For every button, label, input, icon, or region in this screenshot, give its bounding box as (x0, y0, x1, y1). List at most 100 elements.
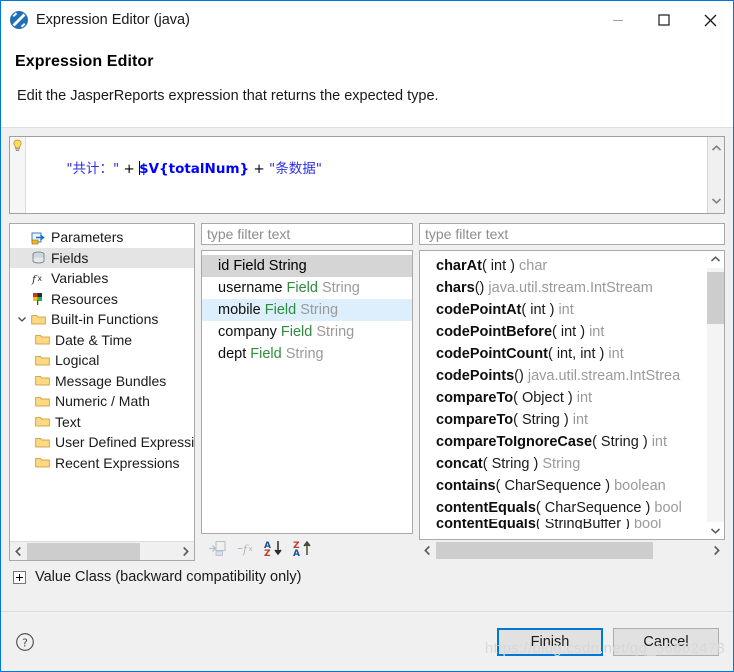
tree-item-date-time[interactable]: Date & Time (10, 330, 194, 351)
list-item[interactable]: contentEquals( CharSequence ) bool (420, 497, 707, 519)
expression-token-variable: $V{totalNum} (139, 161, 250, 177)
scroll-track[interactable] (436, 542, 708, 559)
tree-item-message-bundles[interactable]: Message Bundles (10, 371, 194, 392)
chevron-left-icon[interactable] (419, 545, 436, 556)
tree-item-fields[interactable]: Fields (10, 247, 194, 268)
tree-item-resources[interactable]: Resources (10, 289, 194, 310)
window-controls (595, 1, 733, 39)
chevron-right-icon[interactable] (708, 545, 725, 556)
tree-item-logical[interactable]: Logical (10, 350, 194, 371)
tree-item-label: Variables (51, 270, 109, 287)
sort-descending-icon[interactable]: Z A (292, 537, 316, 559)
list-item[interactable]: contentEquals( StringBuffer ) bool (420, 519, 707, 529)
expression-vertical-scrollbar[interactable] (707, 137, 724, 213)
methods-hscroll-wrapper (419, 541, 725, 561)
chevron-up-icon[interactable] (707, 251, 724, 268)
plus-expander-icon[interactable] (13, 570, 26, 584)
category-tree-panel: Parameters Fields f x Variables Resource… (9, 223, 195, 561)
tree-item-label: Logical (55, 352, 100, 369)
expression-text-area[interactable]: "共计：" + $V{totalNum} + "条数据" (9, 136, 725, 214)
method-args: ( CharSequence ) (495, 478, 611, 494)
field-type: String (285, 346, 324, 362)
folder-icon (33, 395, 51, 408)
list-item[interactable]: contains( CharSequence ) boolean (420, 475, 707, 497)
maximize-icon[interactable] (641, 1, 687, 39)
list-item[interactable]: codePointAt( int ) int (420, 299, 707, 321)
resources-icon (29, 291, 47, 306)
method-return-type: bool (633, 519, 662, 529)
method-name: chars (436, 280, 475, 296)
list-item[interactable]: mobile Field String (202, 299, 412, 321)
method-return-type: char (519, 258, 548, 274)
tree-item-user-defined-expressions[interactable]: User Defined Expressions (10, 432, 194, 453)
parameters-icon (29, 230, 47, 245)
insert-parameter-icon[interactable] (205, 537, 229, 559)
list-item[interactable]: compareTo( String ) int (420, 409, 707, 431)
list-item[interactable]: concat( String ) String (420, 453, 707, 475)
method-return-type: java.util.stream.IntStrea (527, 368, 681, 384)
methods-horizontal-scrollbar[interactable] (419, 541, 725, 560)
tree-item-builtin-functions[interactable]: Built-in Functions (10, 309, 194, 330)
method-args: ( int ) (552, 324, 586, 340)
tree-horizontal-scrollbar[interactable] (10, 541, 194, 560)
chevron-down-icon[interactable] (711, 192, 722, 210)
scroll-thumb[interactable] (27, 542, 140, 560)
list-item[interactable]: compareToIgnoreCase( String ) int (420, 431, 707, 453)
field-name: company (218, 324, 277, 340)
methods-filter-input[interactable]: type filter text (419, 223, 725, 245)
field-name: mobile (218, 302, 261, 318)
scroll-track[interactable] (27, 542, 177, 560)
insert-function-icon[interactable]: f x (234, 537, 258, 559)
scroll-track[interactable] (707, 268, 724, 522)
list-item[interactable]: dept Field String (202, 343, 412, 365)
chevron-right-icon[interactable] (177, 546, 194, 557)
help-icon[interactable]: ? (15, 632, 35, 652)
tree-item-text[interactable]: Text (10, 412, 194, 433)
tree-item-numeric-math[interactable]: Numeric / Math (10, 391, 194, 412)
method-name: contains (436, 478, 496, 494)
tree-item-variables[interactable]: f x Variables (10, 268, 194, 289)
list-item[interactable]: company Field String (202, 321, 412, 343)
field-type: String (321, 280, 360, 296)
list-item[interactable]: codePointBefore( int ) int (420, 321, 707, 343)
fields-filter-input[interactable]: type filter text (201, 223, 413, 245)
tree-item-label: Date & Time (55, 331, 133, 348)
category-tree[interactable]: Parameters Fields f x Variables Resource… (10, 224, 194, 541)
close-icon[interactable] (687, 1, 733, 39)
chevron-up-icon[interactable] (711, 140, 722, 158)
finish-button[interactable]: Finish (497, 627, 603, 656)
minimize-icon[interactable] (595, 1, 641, 39)
tree-item-parameters[interactable]: Parameters (10, 227, 194, 248)
list-item[interactable]: compareTo( Object ) int (420, 387, 707, 409)
expression-content[interactable]: "共计：" + $V{totalNum} + "条数据" (26, 137, 707, 213)
cancel-button[interactable]: Cancel (613, 627, 719, 656)
method-return-type: bool (654, 500, 682, 516)
chevron-down-icon[interactable] (14, 314, 29, 324)
fields-list-box: id Field String username Field String mo… (201, 250, 413, 534)
method-args: ( String ) (513, 412, 569, 428)
method-return-type: int (589, 324, 605, 340)
list-item[interactable]: codePointCount( int, int ) int (420, 343, 707, 365)
chevron-down-icon[interactable] (707, 522, 724, 539)
tree-item-recent-expressions[interactable]: Recent Expressions (10, 453, 194, 474)
tree-item-label: User Defined Expressions (55, 434, 194, 451)
dialog-header: Expression Editor Edit the JasperReports… (1, 39, 733, 128)
scroll-thumb[interactable] (436, 542, 653, 559)
chevron-left-icon[interactable] (10, 546, 27, 557)
sort-ascending-icon[interactable]: A Z (263, 537, 287, 559)
list-item[interactable]: id Field String (202, 255, 412, 277)
methods-vertical-scrollbar[interactable] (707, 251, 724, 539)
list-item[interactable]: charAt( int ) char (420, 255, 707, 277)
list-item[interactable]: codePoints() java.util.stream.IntStrea (420, 365, 707, 387)
fields-list[interactable]: id Field String username Field String mo… (202, 251, 412, 533)
field-type: String (316, 324, 355, 340)
field-name: username (218, 280, 283, 296)
list-item[interactable]: chars() java.util.stream.IntStream (420, 277, 707, 299)
list-item[interactable]: username Field String (202, 277, 412, 299)
methods-list[interactable]: charAt( int ) char chars() java.util.str… (420, 251, 707, 539)
value-class-section[interactable]: Value Class (backward compatibility only… (13, 569, 733, 585)
field-kind: Field (264, 302, 297, 318)
expression-token-op-1: + (119, 161, 140, 177)
field-type: String (268, 258, 307, 274)
scroll-thumb[interactable] (707, 272, 724, 324)
